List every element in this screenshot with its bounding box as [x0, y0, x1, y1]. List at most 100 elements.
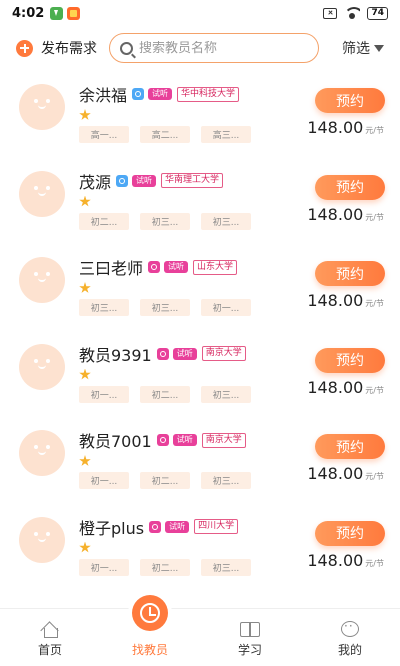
- search-box[interactable]: [109, 33, 319, 63]
- teacher-name: 余洪福: [79, 86, 128, 105]
- grade-tag: 初三...: [201, 212, 251, 230]
- teacher-header: 教员7001 试听 南京大学: [79, 429, 246, 451]
- price: 148.00 元/节: [307, 118, 384, 137]
- publish-request-button[interactable]: 发布需求: [16, 38, 97, 58]
- price-unit: 元/节: [365, 558, 384, 568]
- teacher-row[interactable]: 余洪福 试听 华中科技大学 高一... 高二... 高三... 预约 148.00 …: [0, 72, 400, 159]
- grade-tag: 初三...: [79, 299, 129, 316]
- teacher-row[interactable]: 橙子plus 试听 四川大学 初一... 初二... 初三... 预约 148.00…: [0, 505, 400, 592]
- book-button[interactable]: 预约: [315, 261, 385, 286]
- no-sim-icon: [323, 7, 338, 19]
- female-gender-icon: [149, 520, 162, 533]
- teacher-row[interactable]: 茂源 试听 华南理工大学 初二... 初三... 初三... 预约 148.00 元…: [0, 159, 400, 246]
- nav-label: 学习: [237, 643, 262, 657]
- trial-badge: 试听: [172, 434, 197, 446]
- avatar-face-icon: [31, 184, 53, 200]
- school-badge: 南京大学: [201, 432, 246, 448]
- grade-tag: 高三...: [201, 126, 251, 143]
- status-time: 4:02: [12, 5, 45, 21]
- grade-tags: 初二... 初三... 初三...: [79, 212, 251, 230]
- female-gender-icon: [156, 434, 169, 446]
- price: 148.00 元/节: [307, 551, 384, 570]
- grade-tag: 初二...: [140, 558, 190, 576]
- avatar-face-icon: [31, 270, 53, 286]
- nav-home[interactable]: 首页: [0, 609, 100, 666]
- trial-badge: 试听: [165, 520, 190, 533]
- price-value: 148.00: [307, 550, 364, 570]
- price-unit: 元/节: [365, 126, 384, 135]
- trial-badge: 试听: [172, 347, 197, 360]
- avatar-face-icon: [31, 530, 53, 546]
- chat-icon: [341, 619, 359, 637]
- female-gender-icon: [148, 261, 161, 273]
- star-icon: [79, 195, 91, 207]
- teacher-name: 教员9391: [79, 345, 152, 365]
- avatar[interactable]: [19, 343, 65, 390]
- price-unit: 元/节: [365, 299, 384, 308]
- download-icon: [50, 6, 64, 20]
- male-gender-icon: [132, 88, 145, 100]
- male-gender-icon: [116, 174, 129, 187]
- teacher-row[interactable]: 教员9391 试听 南京大学 初一... 初二... 初三... 预约 148.00…: [0, 332, 400, 419]
- avatar-face-icon: [31, 97, 53, 113]
- grade-tags: 高一... 高二... 高三...: [79, 126, 251, 143]
- grade-tag: 初二...: [79, 212, 129, 230]
- book-button[interactable]: 预约: [315, 174, 385, 200]
- filter-label: 筛选: [342, 41, 370, 57]
- grade-tags: 初一... 初二... 初三...: [79, 385, 251, 403]
- book-button[interactable]: 预约: [315, 88, 385, 113]
- teacher-row[interactable]: 教员7001 试听 南京大学 初一... 初二... 初三... 预约 148.00…: [0, 418, 400, 505]
- book-button[interactable]: 预约: [315, 434, 385, 459]
- school-badge: 山东大学: [193, 259, 238, 275]
- status-bar: 4:02 74: [0, 0, 400, 26]
- book-button[interactable]: 预约: [315, 520, 385, 546]
- avatar[interactable]: [19, 84, 65, 130]
- teacher-header: 教员9391 试听 南京大学: [79, 343, 246, 365]
- avatar-face-icon: [31, 443, 53, 459]
- teacher-header: 茂源 试听 华南理工大学: [79, 170, 224, 192]
- trial-badge: 试听: [164, 261, 189, 273]
- grade-tag: 初一...: [79, 472, 129, 489]
- publish-request-label: 发布需求: [41, 41, 97, 57]
- wifi-icon: [344, 7, 361, 19]
- avatar[interactable]: [19, 430, 65, 476]
- grade-tag: 初一...: [79, 385, 129, 403]
- search-icon: [120, 41, 133, 55]
- nav-label: 我的: [337, 643, 362, 657]
- grade-tag: 初一...: [201, 299, 251, 316]
- price: 148.00 元/节: [307, 378, 384, 397]
- school-badge: 华南理工大学: [161, 173, 224, 188]
- home-icon: [41, 621, 59, 638]
- nav-profile[interactable]: 我的: [300, 609, 400, 666]
- grade-tags: 初三... 初三... 初一...: [79, 299, 251, 316]
- filter-button[interactable]: 筛选: [342, 38, 384, 58]
- book-icon: [240, 622, 260, 637]
- nav-find-teacher[interactable]: 找教员: [100, 595, 200, 666]
- teacher-header: 三曰老师 试听 山东大学: [79, 256, 238, 278]
- clock-icon: [132, 595, 168, 631]
- grade-tag: 初二...: [140, 472, 190, 489]
- teacher-row[interactable]: 三曰老师 试听 山东大学 初三... 初三... 初一... 预约 148.00 元…: [0, 245, 400, 332]
- avatar[interactable]: [19, 257, 65, 303]
- price: 148.00 元/节: [307, 205, 384, 224]
- price-value: 148.00: [307, 377, 364, 397]
- search-input[interactable]: [139, 40, 299, 56]
- book-button[interactable]: 预约: [315, 347, 385, 373]
- school-badge: 南京大学: [201, 346, 246, 361]
- price-value: 148.00: [307, 118, 364, 137]
- avatar[interactable]: [19, 516, 65, 563]
- grade-tags: 初一... 初二... 初三...: [79, 558, 251, 576]
- filter-icon: [374, 44, 384, 52]
- star-icon: [79, 282, 91, 293]
- price: 148.00 元/节: [307, 464, 384, 483]
- avatar-face-icon: [31, 357, 53, 373]
- teacher-name: 三曰老师: [79, 259, 144, 278]
- female-gender-icon: [156, 347, 169, 360]
- nav-study[interactable]: 学习: [200, 609, 300, 666]
- star-icon: [79, 368, 91, 380]
- grade-tag: 初一...: [79, 558, 129, 576]
- avatar[interactable]: [19, 170, 65, 217]
- app-notification-icon: [67, 6, 81, 20]
- teacher-header: 橙子plus 试听 四川大学: [79, 516, 239, 538]
- price-value: 148.00: [307, 204, 364, 224]
